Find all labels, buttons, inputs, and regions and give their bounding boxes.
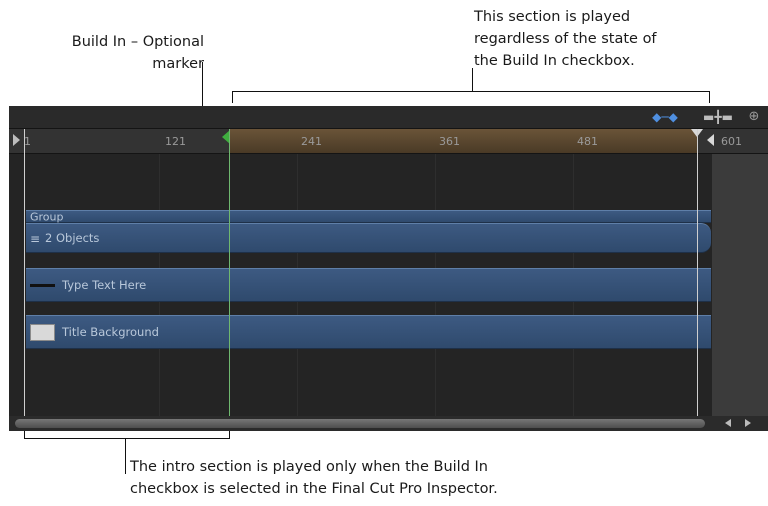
timeline-panel: ◆─◆ ▬╋▬ ⊕ 1 121 241 361 481 601 Group ≡ … [9, 106, 768, 431]
tick-label-121: 121 [165, 135, 186, 148]
background-layer-track[interactable]: Title Background [26, 315, 711, 349]
play-start-line [24, 129, 25, 416]
time-ruler[interactable]: 1 121 241 361 481 601 [9, 129, 768, 154]
play-end-icon[interactable] [707, 134, 714, 146]
scroll-left-icon[interactable] [725, 419, 731, 427]
out-line [697, 129, 698, 416]
section-callout-line3: the Build In checkbox. [474, 53, 635, 69]
intro-bracket [24, 438, 230, 439]
tick-label-361: 361 [439, 135, 460, 148]
scroll-right-icon[interactable] [745, 419, 751, 427]
intro-callout-line2: checkbox is selected in the Final Cut Pr… [130, 481, 498, 497]
list-icon: ≡ [30, 232, 41, 246]
section-callout-line1: This section is played [474, 9, 631, 25]
build-in-callout: Build In – Optional marker [48, 31, 204, 75]
timeline-right-area [712, 154, 768, 416]
horizontal-scrollbar[interactable] [9, 416, 768, 431]
section-bracket-right [709, 91, 710, 103]
tick-label-481: 481 [577, 135, 598, 148]
objects-label: 2 Objects [45, 231, 100, 245]
section-callout: This section is played regardless of the… [474, 6, 657, 72]
scrollbar-thumb[interactable] [15, 419, 705, 428]
timeline-body: Group ≡ 2 Objects Type Text Here Title B… [9, 154, 712, 416]
build-in-callout-line2: marker [152, 56, 204, 72]
text-layer-track[interactable]: Type Text Here [26, 268, 711, 302]
group-label: Group [30, 210, 64, 223]
tick-label-241: 241 [301, 135, 322, 148]
text-layer-label: Type Text Here [62, 278, 147, 292]
text-layer-thumbnail-icon [30, 284, 55, 287]
intro-bracket-left [24, 430, 25, 439]
section-bracket-left [232, 91, 233, 103]
section-bracket [232, 91, 710, 92]
play-range [229, 129, 697, 153]
timeline-toolbar: ◆─◆ ▬╋▬ ⊕ [9, 106, 768, 129]
tick-label-1: 1 [24, 135, 31, 148]
build-in-callout-line1: Build In – Optional [71, 34, 204, 50]
intro-bracket-right [229, 430, 230, 439]
zoom-icon[interactable]: ⊕ [745, 109, 763, 125]
keyframe-icon[interactable]: ◆─◆ [652, 109, 678, 125]
build-in-line [229, 129, 230, 416]
play-start-icon[interactable] [13, 134, 20, 146]
split-icon[interactable]: ▬╋▬ [703, 109, 733, 125]
intro-callout-line1: The intro section is played only when th… [130, 459, 488, 475]
objects-track[interactable]: ≡ 2 Objects [26, 223, 711, 253]
intro-callout: The intro section is played only when th… [130, 456, 498, 500]
intro-leader [125, 438, 126, 474]
background-layer-label: Title Background [62, 325, 159, 339]
group-track[interactable]: Group [26, 210, 711, 223]
section-leader [472, 68, 473, 92]
section-callout-line2: regardless of the state of [474, 31, 657, 47]
tick-label-601: 601 [721, 135, 742, 148]
background-thumbnail-icon [30, 324, 55, 341]
